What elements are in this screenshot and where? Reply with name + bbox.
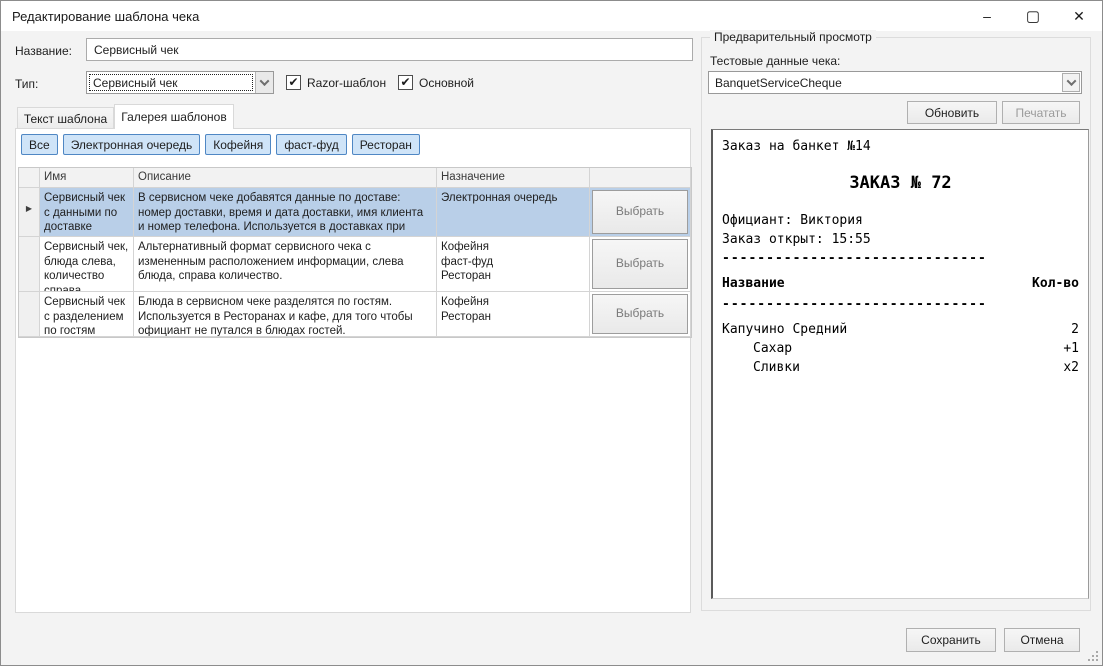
close-button[interactable]: ✕ (1056, 1, 1102, 31)
table-row-description[interactable]: В сервисном чеке добавятся данные по дос… (134, 188, 437, 237)
main-template-label: Основной (419, 76, 474, 90)
resize-grip[interactable] (1088, 651, 1098, 661)
receipt-item-qty: +1 (1063, 339, 1079, 358)
tab-template-gallery[interactable]: Галерея шаблонов (114, 104, 234, 129)
table-row-purpose[interactable]: Кофейня фаст-фуд Ресторан (437, 237, 590, 292)
table-row-action-cell: Выбрать (590, 188, 691, 237)
chevron-down-icon[interactable] (1062, 73, 1080, 92)
table-row-purpose[interactable]: Электронная очередь (437, 188, 590, 237)
select-template-button[interactable]: Выбрать (592, 294, 688, 334)
receipt-item-name: Капучино Средний (722, 320, 847, 339)
save-button[interactable]: Сохранить (906, 628, 996, 652)
receipt-item: Сливки x2 (722, 358, 1079, 377)
receipt-col-name: Название (722, 274, 785, 293)
receipt-item: Сахар +1 (722, 339, 1079, 358)
chevron-down-icon[interactable] (255, 72, 273, 93)
receipt-item-name: Сливки (722, 358, 800, 377)
column-header-description[interactable]: Описание (134, 168, 437, 188)
template-name-input[interactable]: Сервисный чек (86, 38, 693, 61)
filter-restaurant-button[interactable]: Ресторан (352, 134, 420, 155)
tab-template-text[interactable]: Текст шаблона (17, 107, 114, 129)
column-header-action (590, 168, 691, 188)
current-row-arrow-icon: ▶ (26, 204, 32, 214)
window-controls: – ▢ ✕ (964, 1, 1102, 31)
column-header-marker (19, 168, 40, 188)
receipt-waiter-line: Официант: Виктория (722, 211, 1079, 230)
receipt-item-qty: 2 (1071, 320, 1079, 339)
template-gallery-pane: Все Электронная очередь Кофейня фаст-фуд… (15, 128, 691, 613)
table-row-name[interactable]: Сервисный чек, блюда слева, количество с… (40, 237, 134, 292)
test-data-value: BanquetServiceCheque (709, 72, 1061, 93)
filter-bar: Все Электронная очередь Кофейня фаст-фуд… (21, 134, 420, 155)
type-label: Тип: (15, 77, 38, 91)
test-data-label: Тестовые данные чека: (710, 54, 840, 68)
cancel-button[interactable]: Отмена (1004, 628, 1080, 652)
checkbox-box: ✔ (398, 75, 413, 90)
table-row-action-cell: Выбрать (590, 292, 691, 337)
receipt-banquet-line: Заказ на банкет №14 (722, 137, 1079, 156)
check-icon: ✔ (400, 76, 410, 88)
razor-template-checkbox[interactable]: ✔ Razor-шаблон (286, 75, 386, 90)
receipt-divider: ------------------------------ (722, 295, 1079, 314)
checkbox-box: ✔ (286, 75, 301, 90)
receipt-item-name: Сахар (722, 339, 792, 358)
preview-groupbox: Предварительный просмотр Тестовые данные… (701, 37, 1091, 611)
receipt-opened-line: Заказ открыт: 15:55 (722, 230, 1079, 249)
main-template-checkbox[interactable]: ✔ Основной (398, 75, 474, 90)
check-icon: ✔ (288, 76, 298, 88)
receipt-item: Капучино Средний 2 (722, 320, 1079, 339)
print-button[interactable]: Печатать (1002, 101, 1080, 124)
filter-all-button[interactable]: Все (21, 134, 58, 155)
table-row-description[interactable]: Блюда в сервисном чеке разделятся по гос… (134, 292, 437, 337)
receipt-order-title: ЗАКАЗ № 72 (722, 172, 1079, 194)
template-type-combobox[interactable]: Сервисный чек (86, 71, 274, 94)
table-row-name[interactable]: Сервисный чек с разделением по гостям (40, 292, 134, 337)
name-label: Название: (15, 44, 72, 58)
razor-template-label: Razor-шаблон (307, 76, 386, 90)
column-header-name[interactable]: Имя (40, 168, 134, 188)
preview-group-title: Предварительный просмотр (710, 30, 876, 44)
maximize-button[interactable]: ▢ (1010, 1, 1056, 31)
receipt-divider: ------------------------------ (722, 249, 1079, 268)
receipt-col-qty: Кол-во (1032, 274, 1079, 293)
receipt-item-qty: x2 (1063, 358, 1079, 377)
dialog-edit-receipt-template: Редактирование шаблона чека – ▢ ✕ Назван… (0, 0, 1103, 666)
row-marker (19, 292, 40, 337)
row-marker (19, 237, 40, 292)
test-data-combobox[interactable]: BanquetServiceCheque (708, 71, 1082, 94)
refresh-button[interactable]: Обновить (907, 101, 997, 124)
column-header-purpose[interactable]: Назначение (437, 168, 590, 188)
templates-table: Имя Описание Назначение ▶ Сервисный чек … (18, 167, 692, 338)
window-title: Редактирование шаблона чека (1, 9, 199, 24)
titlebar: Редактирование шаблона чека – ▢ ✕ (1, 1, 1102, 31)
receipt-preview: Заказ на банкет №14 ЗАКАЗ № 72 Официант:… (711, 129, 1089, 599)
table-row-action-cell: Выбрать (590, 237, 691, 292)
minimize-button[interactable]: – (964, 1, 1010, 31)
select-template-button[interactable]: Выбрать (592, 239, 688, 289)
filter-electronic-queue-button[interactable]: Электронная очередь (63, 134, 201, 155)
table-row-name[interactable]: Сервисный чек с данными по доставке (40, 188, 134, 237)
table-row-description[interactable]: Альтернативный формат сервисного чека с … (134, 237, 437, 292)
select-template-button[interactable]: Выбрать (592, 190, 688, 234)
template-type-value: Сервисный чек (87, 72, 255, 93)
receipt-column-headers: Название Кол-во (722, 274, 1079, 293)
filter-coffeeshop-button[interactable]: Кофейня (205, 134, 271, 155)
row-marker: ▶ (19, 188, 40, 237)
table-row-purpose[interactable]: Кофейня Ресторан (437, 292, 590, 337)
filter-fastfood-button[interactable]: фаст-фуд (276, 134, 346, 155)
